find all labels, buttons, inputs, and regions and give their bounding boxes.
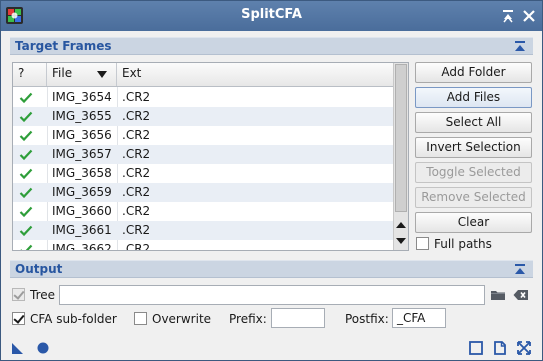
table-header: ? File Ext [13, 63, 394, 87]
file-name-cell: IMG_3658 [52, 166, 112, 180]
vertical-scrollbar[interactable] [393, 63, 408, 250]
enabled-check-icon[interactable] [19, 202, 33, 221]
table-row[interactable]: IMG_3658 .CR2 [13, 164, 394, 183]
folder-icon[interactable] [490, 287, 506, 303]
target-frames-section-bar[interactable]: Target Frames [10, 37, 533, 55]
title-bar[interactable]: SplitCFA [1, 1, 542, 31]
select-all-button[interactable]: Select All [415, 112, 532, 133]
apply-global-circle-icon[interactable] [35, 340, 51, 356]
clear-button[interactable]: Clear [415, 212, 532, 233]
close-icon[interactable] [521, 8, 537, 24]
file-ext-cell: .CR2 [122, 147, 151, 161]
scrollbar-thumb[interactable] [395, 64, 407, 212]
file-ext-cell: .CR2 [122, 109, 151, 123]
scroll-down-arrow-icon[interactable] [394, 234, 408, 248]
reset-icon[interactable] [492, 340, 508, 356]
collapse-up-icon[interactable] [513, 262, 527, 276]
collapse-up-icon[interactable] [513, 39, 527, 53]
tree-checkbox[interactable] [12, 288, 25, 301]
toggle-selected-button[interactable]: Toggle Selected [415, 162, 532, 183]
table-row[interactable]: IMG_3654 .CR2 [13, 88, 394, 107]
table-row[interactable]: IMG_3659 .CR2 [13, 183, 394, 202]
file-ext-cell: .CR2 [122, 90, 151, 104]
file-ext-cell: .CR2 [122, 204, 151, 218]
tree-label[interactable]: Tree [30, 288, 55, 302]
column-header-file-label: File [52, 66, 73, 80]
output-directory-field[interactable] [59, 285, 485, 305]
full-paths-checkbox[interactable] [416, 237, 429, 250]
prefix-field[interactable] [271, 308, 325, 328]
enabled-check-icon[interactable] [19, 145, 33, 164]
file-name-cell: IMG_3656 [52, 128, 112, 142]
enabled-check-icon[interactable] [19, 221, 33, 240]
scroll-up-arrow-icon[interactable] [394, 218, 408, 232]
sort-descending-icon [97, 71, 107, 78]
target-frames-table[interactable]: ? File Ext IMG_3654 .CR2 IMG_3655 .CR2 IMG_3… [12, 62, 409, 251]
file-name-cell: IMG_3659 [52, 185, 112, 199]
maximize-icon[interactable] [516, 340, 532, 356]
invert-selection-button[interactable]: Invert Selection [415, 137, 532, 158]
enabled-check-icon[interactable] [19, 183, 33, 202]
file-ext-cell: .CR2 [122, 223, 151, 237]
splitcfa-window: SplitCFA Target Frames ? File Ext IMG_36… [0, 0, 543, 361]
column-header-ext[interactable]: Ext [117, 63, 394, 86]
table-row[interactable]: IMG_3657 .CR2 [13, 145, 394, 164]
file-ext-cell: .CR2 [122, 242, 151, 251]
full-paths-label[interactable]: Full paths [434, 237, 492, 251]
cfa-subfolder-checkbox[interactable] [12, 312, 25, 325]
table-row[interactable]: IMG_3655 .CR2 [13, 107, 394, 126]
enabled-check-icon[interactable] [19, 88, 33, 107]
add-files-button[interactable]: Add Files [415, 87, 532, 108]
overwrite-checkbox[interactable] [134, 312, 147, 325]
window-title: SplitCFA [241, 7, 302, 22]
target-frames-header: Target Frames [15, 39, 112, 53]
file-name-cell: IMG_3655 [52, 109, 112, 123]
file-name-cell: IMG_3662 [52, 242, 112, 251]
add-folder-button[interactable]: Add Folder [415, 62, 532, 83]
clear-field-icon[interactable] [513, 287, 529, 303]
file-ext-cell: .CR2 [122, 166, 151, 180]
new-instance-triangle-icon[interactable] [10, 340, 26, 356]
enabled-check-icon[interactable] [19, 240, 33, 250]
file-name-cell: IMG_3660 [52, 204, 112, 218]
file-ext-cell: .CR2 [122, 128, 151, 142]
file-name-cell: IMG_3654 [52, 90, 112, 104]
table-rows: IMG_3654 .CR2 IMG_3655 .CR2 IMG_3656 .CR2 IMG_… [13, 88, 394, 251]
file-name-cell: IMG_3661 [52, 223, 112, 237]
table-row[interactable]: IMG_3656 .CR2 [13, 126, 394, 145]
enabled-check-icon[interactable] [19, 126, 33, 145]
documentation-icon[interactable] [468, 340, 484, 356]
shade-window-icon[interactable] [500, 8, 516, 24]
table-row[interactable]: IMG_3662 .CR2 [13, 240, 394, 251]
column-header-file[interactable]: File [47, 63, 117, 86]
table-row[interactable]: IMG_3661 .CR2 [13, 221, 394, 240]
enabled-check-icon[interactable] [19, 107, 33, 126]
output-header: Output [15, 262, 63, 276]
column-header-enabled[interactable]: ? [13, 63, 47, 86]
cfa-subfolder-label[interactable]: CFA sub-folder [30, 312, 117, 326]
output-section-bar[interactable]: Output [10, 260, 533, 278]
postfix-field[interactable]: _CFA [392, 308, 446, 328]
prefix-label: Prefix: [229, 312, 267, 326]
enabled-check-icon[interactable] [19, 164, 33, 183]
table-row[interactable]: IMG_3660 .CR2 [13, 202, 394, 221]
file-name-cell: IMG_3657 [52, 147, 112, 161]
file-ext-cell: .CR2 [122, 185, 151, 199]
overwrite-label[interactable]: Overwrite [152, 312, 211, 326]
remove-selected-button[interactable]: Remove Selected [415, 187, 532, 208]
postfix-label: Postfix: [345, 312, 389, 326]
